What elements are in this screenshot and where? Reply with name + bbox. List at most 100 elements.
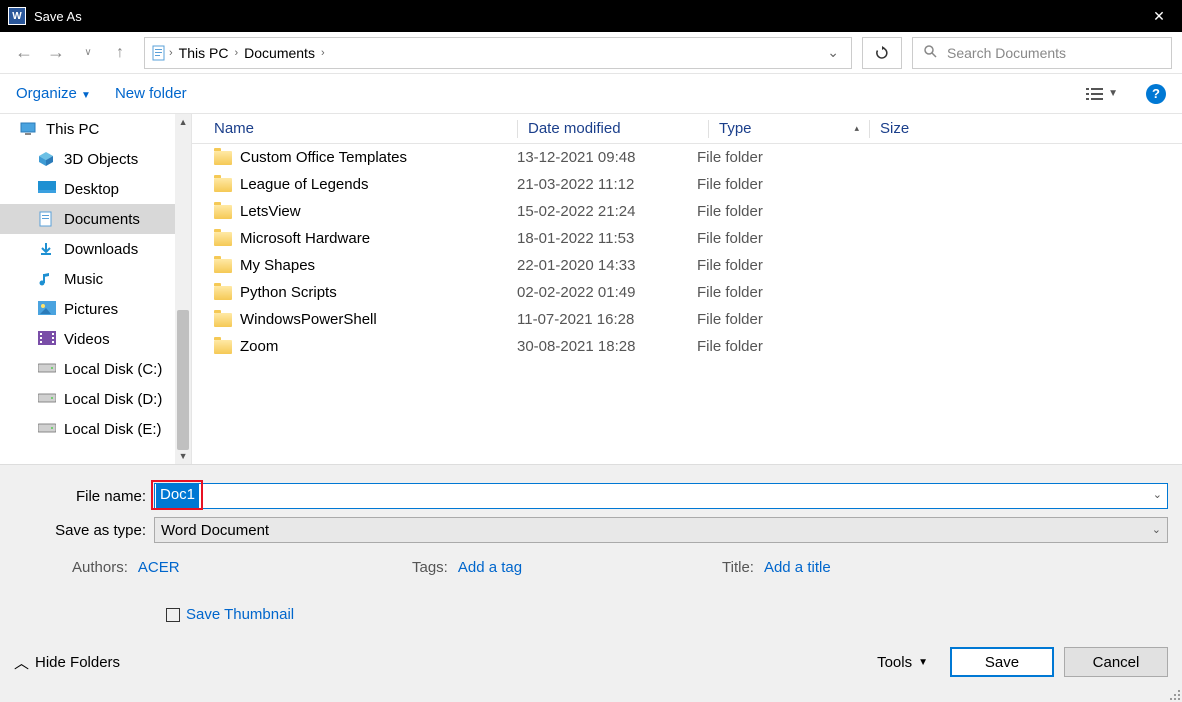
authors-value[interactable]: ACER	[138, 559, 180, 576]
title-label: Title:	[722, 559, 754, 576]
file-row[interactable]: LetsView 15-02-2022 21:24File folder	[192, 198, 1182, 225]
toolbar: Organize ▼ New folder ▼ ?	[0, 74, 1182, 114]
up-button[interactable]: ↑	[106, 39, 134, 67]
tree-item-this-pc[interactable]: This PC	[0, 114, 175, 144]
file-row[interactable]: Zoom30-08-2021 18:28File folder	[192, 333, 1182, 360]
tree-scrollbar[interactable]: ▲ ▼	[175, 114, 191, 464]
recent-locations-button[interactable]: ∨	[74, 39, 102, 67]
file-type: File folder	[697, 176, 847, 193]
file-row[interactable]: League of Legends21-03-2022 11:12File fo…	[192, 171, 1182, 198]
tree-item-local-disk-e[interactable]: Local Disk (E:)	[0, 414, 175, 444]
col-type-header[interactable]: Type▴	[719, 120, 869, 137]
search-input[interactable]: Search Documents	[912, 37, 1172, 69]
file-date: 15-02-2022 21:24	[517, 203, 697, 220]
close-button[interactable]: ✕	[1136, 0, 1182, 32]
folder-icon	[214, 313, 232, 327]
breadcrumb[interactable]: › This PC › Documents › ⌄	[144, 37, 852, 69]
file-row[interactable]: Microsoft Hardware 18-01-2022 11:53File f…	[192, 225, 1182, 252]
tree-item-3d-objects[interactable]: 3D Objects	[0, 144, 175, 174]
folder-icon	[214, 232, 232, 246]
file-list: Name Date modified Type▴ Size Custom Off…	[192, 114, 1182, 464]
file-type: File folder	[697, 284, 847, 301]
downloads-icon	[38, 241, 56, 257]
tree-item-desktop[interactable]: Desktop	[0, 174, 175, 204]
scroll-down-button[interactable]: ▼	[175, 448, 191, 464]
videos-icon	[38, 331, 56, 347]
crumb-documents[interactable]: Documents	[238, 45, 321, 61]
col-date-header[interactable]: Date modified	[528, 120, 708, 137]
file-type: File folder	[697, 311, 847, 328]
cancel-button[interactable]: Cancel	[1064, 647, 1168, 677]
filename-label: File name:	[14, 488, 154, 505]
new-folder-button[interactable]: New folder	[115, 85, 187, 102]
desktop-icon	[38, 181, 56, 197]
cube-icon	[38, 151, 56, 167]
title-bar: W Save As ✕	[0, 0, 1182, 32]
drive-icon	[38, 391, 56, 407]
bottom-panel: File name: Doc1 ⌄ Save as type: Word Doc…	[0, 464, 1182, 702]
file-date: 21-03-2022 11:12	[517, 176, 697, 193]
file-row[interactable]: WindowsPowerShell11-07-2021 16:28File fo…	[192, 306, 1182, 333]
document-icon	[151, 45, 169, 61]
col-name-header[interactable]: Name	[192, 120, 517, 137]
window-title: Save As	[34, 9, 82, 24]
search-placeholder: Search Documents	[947, 45, 1066, 61]
folder-icon	[214, 151, 232, 165]
save-button[interactable]: Save	[950, 647, 1054, 677]
tree-item-local-disk-c[interactable]: Local Disk (C:)	[0, 354, 175, 384]
tree-item-videos[interactable]: Videos	[0, 324, 175, 354]
tools-button[interactable]: Tools▼	[865, 654, 940, 671]
resize-grip[interactable]	[1166, 686, 1180, 700]
file-name: Microsoft Hardware	[240, 230, 370, 247]
tree-item-downloads[interactable]: Downloads	[0, 234, 175, 264]
tree-item-music[interactable]: Music	[0, 264, 175, 294]
tree-item-local-disk-d[interactable]: Local Disk (D:)	[0, 384, 175, 414]
computer-icon	[20, 121, 38, 137]
folder-icon	[214, 340, 232, 354]
tree-item-documents[interactable]: Documents	[0, 204, 175, 234]
save-as-type-select[interactable]: Word Document ⌄	[154, 517, 1168, 543]
tags-add[interactable]: Add a tag	[458, 559, 522, 576]
file-date: 02-02-2022 01:49	[517, 284, 697, 301]
breadcrumb-history-button[interactable]: ⌄	[821, 44, 845, 61]
column-headers: Name Date modified Type▴ Size	[192, 114, 1182, 144]
col-size-header[interactable]: Size	[880, 120, 1182, 137]
file-type: File folder	[697, 203, 847, 220]
file-row[interactable]: Custom Office Templates13-12-2021 09:48F…	[192, 144, 1182, 171]
title-add[interactable]: Add a title	[764, 559, 831, 576]
chevron-up-icon: ︿	[14, 652, 29, 673]
documents-icon	[38, 211, 56, 227]
file-date: 22-01-2020 14:33	[517, 257, 697, 274]
help-button[interactable]: ?	[1146, 84, 1166, 104]
refresh-button[interactable]	[862, 37, 902, 69]
scroll-up-button[interactable]: ▲	[175, 114, 191, 130]
tags-label: Tags:	[412, 559, 448, 576]
file-row[interactable]: My Shapes22-01-2020 14:33File folder	[192, 252, 1182, 279]
save-as-type-label: Save as type:	[14, 522, 154, 539]
hide-folders-button[interactable]: ︿ Hide Folders	[14, 652, 120, 673]
file-row[interactable]: Python Scripts02-02-2022 01:49File folde…	[192, 279, 1182, 306]
forward-button[interactable]: →	[42, 39, 70, 67]
file-name: Zoom	[240, 338, 278, 355]
folder-icon	[214, 286, 232, 300]
file-type: File folder	[697, 257, 847, 274]
tree-item-pictures[interactable]: Pictures	[0, 294, 175, 324]
crumb-this-pc[interactable]: This PC	[173, 45, 235, 61]
nav-row: ← → ∨ ↑ › This PC › Documents › ⌄ Search…	[0, 32, 1182, 74]
file-name: LetsView	[240, 203, 301, 220]
authors-label: Authors:	[72, 559, 128, 576]
filename-input[interactable]	[154, 483, 1168, 509]
back-button[interactable]: ←	[10, 39, 38, 67]
folder-icon	[214, 259, 232, 273]
file-date: 18-01-2022 11:53	[517, 230, 697, 247]
file-type: File folder	[697, 338, 847, 355]
file-type: File folder	[697, 230, 847, 247]
scroll-thumb[interactable]	[177, 310, 189, 450]
tree-view[interactable]: This PC 3D Objects Desktop Documents Dow…	[0, 114, 175, 464]
save-thumbnail-checkbox[interactable]	[166, 608, 180, 622]
organize-button[interactable]: Organize ▼	[16, 85, 91, 102]
search-icon	[923, 44, 937, 61]
file-name: WindowsPowerShell	[240, 311, 377, 328]
music-icon	[38, 271, 56, 287]
view-options-button[interactable]: ▼	[1082, 83, 1122, 105]
